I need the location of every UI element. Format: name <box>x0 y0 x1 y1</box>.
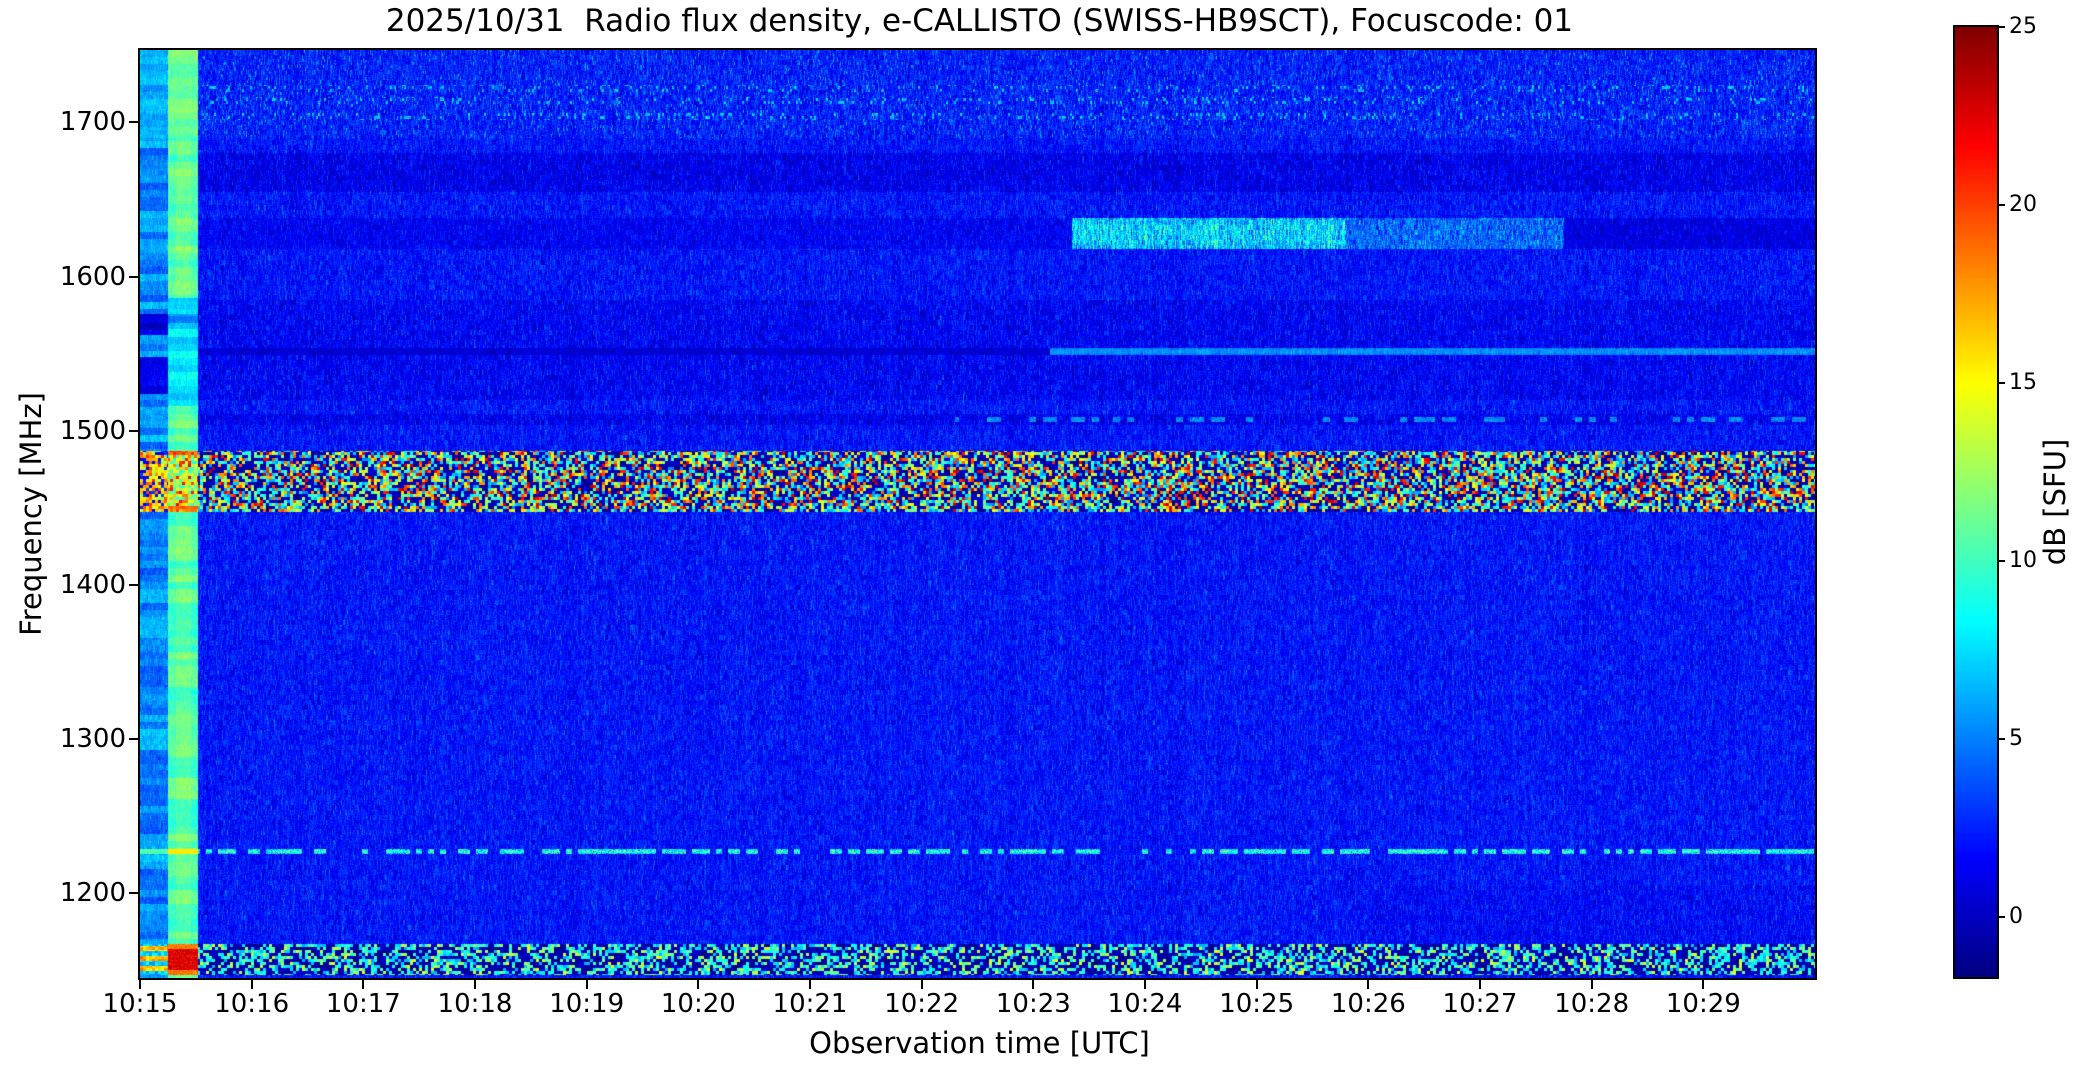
spectrogram-figure: 2025/10/31 Radio flux density, e-CALLIST… <box>0 0 2082 1067</box>
y-tick-mark <box>129 738 138 741</box>
x-tick-label: 10:15 <box>102 989 178 1019</box>
colorbar-tick-label: 5 <box>2009 725 2023 751</box>
plot-area <box>138 48 1817 980</box>
colorbar-tick-label: 25 <box>2009 14 2037 39</box>
chart-title: 2025/10/31 Radio flux density, e-CALLIST… <box>385 3 1574 39</box>
x-tick-label: 10:17 <box>325 989 401 1019</box>
x-tick-label: 10:18 <box>437 989 513 1019</box>
colorbar-tick-mark <box>1997 381 2005 384</box>
colorbar <box>1953 25 1999 979</box>
x-tick-label: 10:21 <box>772 989 848 1019</box>
colorbar-tick-mark <box>1997 559 2005 562</box>
colorbar-tick-mark <box>1997 737 2005 740</box>
x-tick-label: 10:23 <box>995 989 1071 1019</box>
y-tick-mark <box>129 275 138 278</box>
y-tick-mark <box>129 121 138 124</box>
x-tick-label: 10:20 <box>660 989 736 1019</box>
colorbar-label: dB [SFU] <box>2038 438 2072 566</box>
x-tick-label: 10:25 <box>1219 989 1295 1019</box>
y-axis-label: Frequency [MHz] <box>14 392 48 636</box>
colorbar-tick-label: 10 <box>2009 547 2037 573</box>
colorbar-tick-label: 20 <box>2009 191 2037 217</box>
colorbar-tick-mark <box>1997 915 2005 918</box>
colorbar-tick-label: 15 <box>2009 369 2037 395</box>
colorbar-tick-mark <box>1997 203 2005 206</box>
y-tick-label: 1700 <box>59 107 126 138</box>
x-tick-label: 10:26 <box>1330 989 1406 1019</box>
y-tick-mark <box>129 892 138 895</box>
x-axis-label: Observation time [UTC] <box>809 1026 1150 1060</box>
y-tick-label: 1600 <box>59 261 126 292</box>
x-tick-label: 10:29 <box>1665 989 1741 1019</box>
x-tick-label: 10:28 <box>1554 989 1630 1019</box>
x-tick-label: 10:24 <box>1107 989 1183 1019</box>
x-tick-label: 10:16 <box>214 989 290 1019</box>
y-tick-label: 1300 <box>59 724 126 755</box>
colorbar-canvas <box>1955 27 1997 977</box>
y-tick-mark <box>129 429 138 432</box>
x-tick-label: 10:19 <box>549 989 625 1019</box>
y-tick-mark <box>129 583 138 586</box>
y-tick-label: 1200 <box>59 878 126 909</box>
spectrogram-canvas <box>140 50 1815 978</box>
x-tick-label: 10:22 <box>884 989 960 1019</box>
x-tick-label: 10:27 <box>1442 989 1518 1019</box>
colorbar-tick-mark <box>1997 26 2005 28</box>
colorbar-tick-label: 0 <box>2009 903 2023 929</box>
